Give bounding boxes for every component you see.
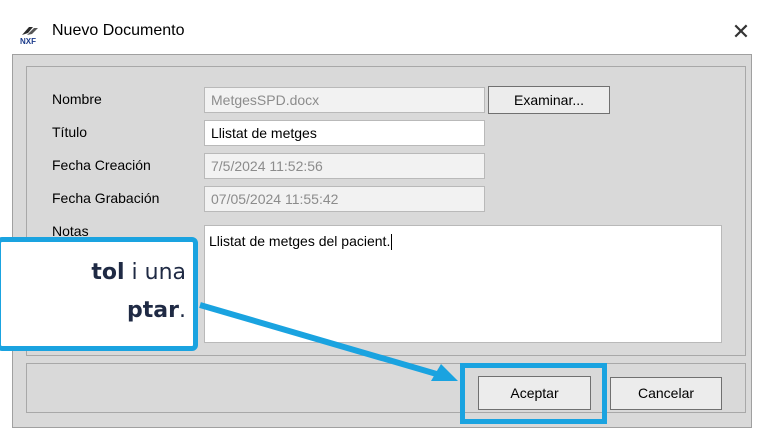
callout-arrow-line xyxy=(199,302,441,378)
callout-text-1: i una xyxy=(124,260,186,285)
tutorial-callout: tol i una ptar. xyxy=(0,237,198,351)
callout-arrow-icon xyxy=(199,302,458,381)
callout-line-2: ptar. xyxy=(1,298,186,323)
callout-bold-1: tol xyxy=(91,260,125,285)
callout-line-1: tol i una xyxy=(1,260,186,285)
callout-bold-2: ptar xyxy=(127,298,179,323)
callout-text-2: . xyxy=(179,298,186,323)
